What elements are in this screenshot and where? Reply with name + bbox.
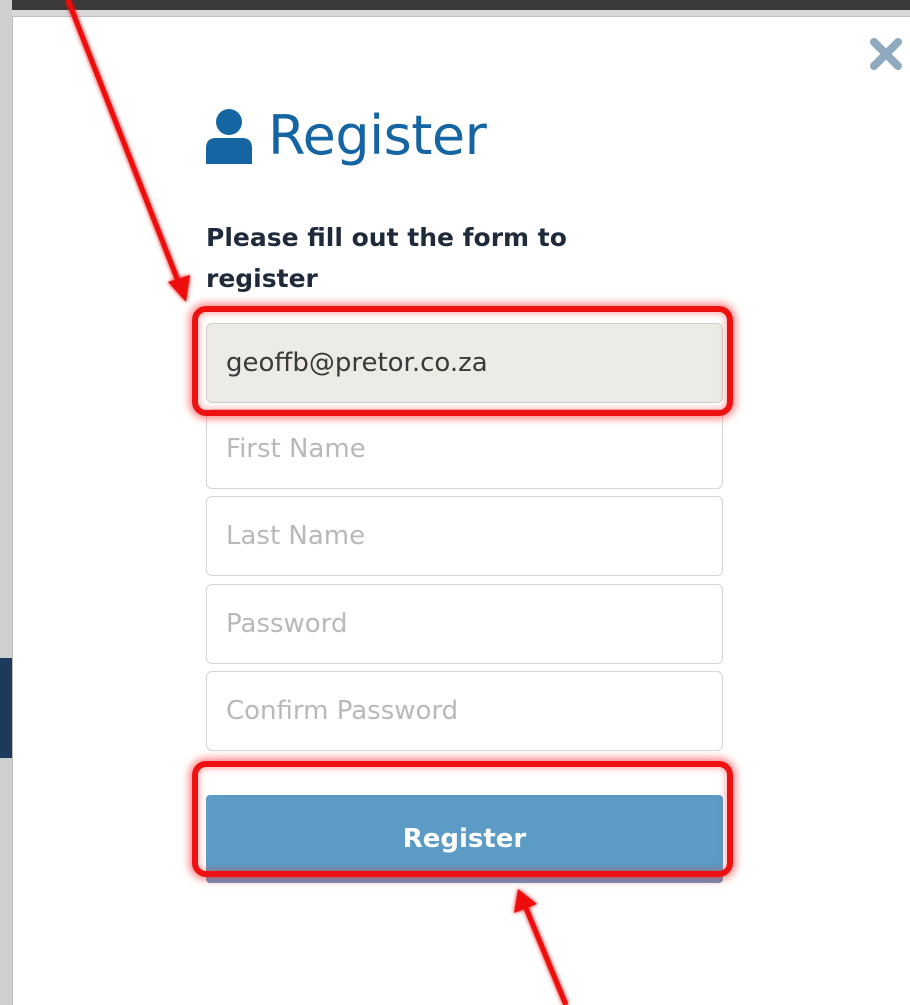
password-field[interactable]: Password bbox=[206, 584, 723, 664]
dialog-title: Register bbox=[268, 104, 487, 167]
first-name-field[interactable]: First Name bbox=[206, 409, 723, 489]
email-field[interactable]: geoffb@pretor.co.za bbox=[206, 323, 723, 403]
dialog-header: Register bbox=[206, 101, 487, 171]
form-instructions: Please fill out the form to register bbox=[206, 223, 567, 293]
background-top-strip bbox=[0, 0, 910, 10]
close-icon bbox=[870, 38, 902, 70]
last-name-field[interactable]: Last Name bbox=[206, 496, 723, 576]
user-icon bbox=[206, 109, 252, 164]
register-dialog: Register Please fill out the form to reg… bbox=[12, 16, 910, 1005]
close-button[interactable] bbox=[863, 31, 909, 77]
confirm-password-field[interactable]: Confirm Password bbox=[206, 671, 723, 751]
background-dark-block bbox=[0, 658, 12, 758]
register-button[interactable]: Register bbox=[206, 795, 723, 883]
background-left-strip bbox=[0, 0, 12, 1005]
